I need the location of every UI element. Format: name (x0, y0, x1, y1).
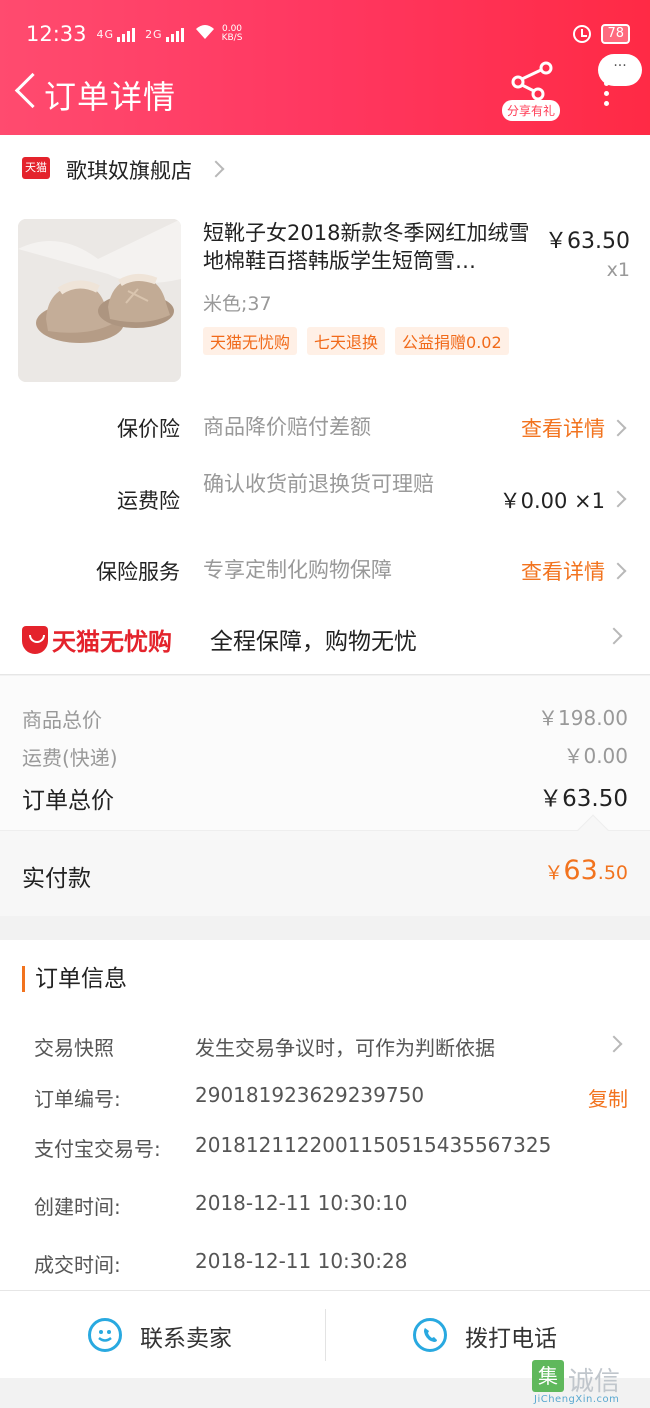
chevron-right-icon (609, 419, 627, 437)
service-desc: 商品降价赔付差额 (203, 415, 371, 439)
product-thumbnail (18, 219, 181, 382)
page-title: 订单详情 (44, 78, 177, 116)
share-icon (511, 61, 553, 100)
product-quantity: x1 (606, 259, 630, 281)
shipping-insurance-value: ￥0.00 ×1 (499, 489, 605, 513)
tag-charity: 公益捐赠0.02 (395, 327, 509, 355)
chevron-right-icon (605, 1035, 623, 1053)
order-total-value: ￥63.50 (539, 786, 628, 812)
order-info-title: 订单信息 (22, 966, 127, 992)
store-row[interactable]: 天猫 歌琪奴旗舰店 (0, 135, 650, 205)
alipay-number-value: 2018121122001150515435567325 (195, 1133, 552, 1157)
view-details-link[interactable]: 查看详情 (521, 413, 605, 443)
product-price: ￥63.50 (545, 229, 630, 254)
service-shipping-insurance[interactable]: 运费险 确认收货前退换货可理赔 ￥0.00 ×1 (0, 461, 650, 536)
network-4g-label: 4G (96, 27, 115, 41)
shipping-label: 运费(快递) (22, 746, 118, 770)
alarm-icon (573, 25, 592, 43)
snapshot-label: 交易快照 (34, 1036, 114, 1060)
service-label: 运费险 (117, 489, 180, 513)
signal-icon-2 (165, 26, 184, 42)
contact-seller-button[interactable]: 联系卖家 (0, 1291, 325, 1379)
share-button[interactable]: 分享有礼 (498, 60, 566, 124)
product-tags: 天猫无忧购 七天退换 公益捐赠0.02 (203, 327, 509, 355)
worry-free-logo: 天猫无忧购 (22, 622, 172, 657)
order-info-section: 订单信息 交易快照 发生交易争议时，可作为判断依据 订单编号: 29018192… (0, 940, 650, 1290)
battery-icon: 78 (601, 24, 630, 44)
phone-icon (413, 1318, 447, 1352)
shipping-value: ￥0.00 (563, 744, 628, 768)
header: 12:33 4G 2G 0.00 KB/S 78 订单详情 分享有礼 ··· (0, 0, 650, 135)
deal-time-value: 2018-12-11 10:30:28 (195, 1249, 408, 1273)
order-total-label: 订单总价 (22, 788, 114, 814)
paid-label: 实付款 (22, 866, 91, 892)
product-sku: 米色;37 (203, 293, 272, 315)
status-bar: 12:33 4G 2G 0.00 KB/S 78 (26, 18, 630, 50)
wifi-icon (194, 23, 216, 46)
tag-seven-day-return: 七天退换 (307, 327, 386, 355)
chevron-right-icon (207, 160, 225, 178)
tmall-icon: 天猫 (22, 157, 50, 179)
service-price-protection[interactable]: 保价险 商品降价赔付差额 查看详情 (0, 395, 650, 461)
watermark-text: 诚信 (568, 1367, 621, 1397)
product-item[interactable]: 短靴子女2018新款冬季网红加绒雪地棉鞋百搭韩版学生短筒雪… ￥63.50 x1… (0, 205, 650, 395)
signal-icon (117, 26, 136, 42)
order-number-value: 290181923629239750 (195, 1083, 425, 1107)
deal-time-label: 成交时间: (34, 1253, 121, 1277)
paid-amount-row: 实付款 ￥63.50 (0, 814, 650, 916)
worry-free-brand: 天猫无忧购 (52, 628, 172, 656)
watermark: 集 诚信 JiChengXin.com (532, 1360, 644, 1406)
back-button[interactable] (10, 70, 40, 114)
created-time-value: 2018-12-11 10:30:10 (195, 1191, 408, 1215)
order-number-label: 订单编号: (34, 1087, 121, 1111)
paid-amount: ￥63.50 (544, 855, 628, 886)
contact-seller-label: 联系卖家 (140, 1326, 232, 1352)
chevron-right-icon (609, 562, 627, 580)
paid-currency: ￥ (544, 862, 564, 884)
price-summary: 商品总价 ￥198.00 运费(快递) ￥0.00 订单总价 ￥63.50 (0, 676, 650, 831)
chevron-right-icon (605, 627, 623, 645)
network-2g-label: 2G (145, 27, 163, 41)
tag-worry-free: 天猫无忧购 (203, 327, 298, 355)
paid-decimal: .50 (597, 862, 628, 884)
worry-free-row[interactable]: 天猫无忧购 全程保障，购物无忧 (0, 600, 650, 675)
service-desc: 确认收货前退换货可理赔 (203, 472, 434, 496)
view-details-link[interactable]: 查看详情 (521, 556, 605, 586)
goods-total-value: ￥198.00 (538, 706, 628, 730)
service-label: 保险服务 (96, 560, 180, 584)
service-insurance[interactable]: 保险服务 专享定制化购物保障 查看详情 (0, 536, 650, 600)
paid-integer: 63 (563, 855, 598, 886)
chevron-right-icon (609, 490, 627, 508)
copy-button[interactable]: 复制 (588, 1083, 628, 1112)
speed-unit: KB/S (221, 33, 243, 43)
created-time-label: 创建时间: (34, 1195, 121, 1219)
shield-icon (22, 625, 48, 654)
service-label: 保价险 (117, 417, 180, 441)
watermark-url: JiChengXin.com (534, 1394, 620, 1405)
alipay-number-label: 支付宝交易号: (34, 1137, 161, 1161)
more-menu-button[interactable] (600, 76, 612, 112)
snapshot-desc: 发生交易争议时，可作为判断依据 (195, 1036, 495, 1060)
network-speed: 0.00 KB/S (222, 25, 243, 43)
product-title: 短靴子女2018新款冬季网红加绒雪地棉鞋百搭韩版学生短筒雪… (203, 221, 530, 273)
call-phone-label: 拨打电话 (465, 1326, 557, 1352)
watermark-logo: 集 (532, 1360, 564, 1392)
chat-icon (88, 1318, 122, 1352)
service-desc: 专享定制化购物保障 (203, 558, 392, 582)
store-name: 歌琪奴旗舰店 (66, 159, 192, 183)
worry-free-text: 全程保障，购物无忧 (210, 629, 417, 655)
share-label: 分享有礼 (502, 100, 561, 121)
goods-total-label: 商品总价 (22, 708, 102, 732)
status-time: 12:33 (26, 22, 87, 46)
